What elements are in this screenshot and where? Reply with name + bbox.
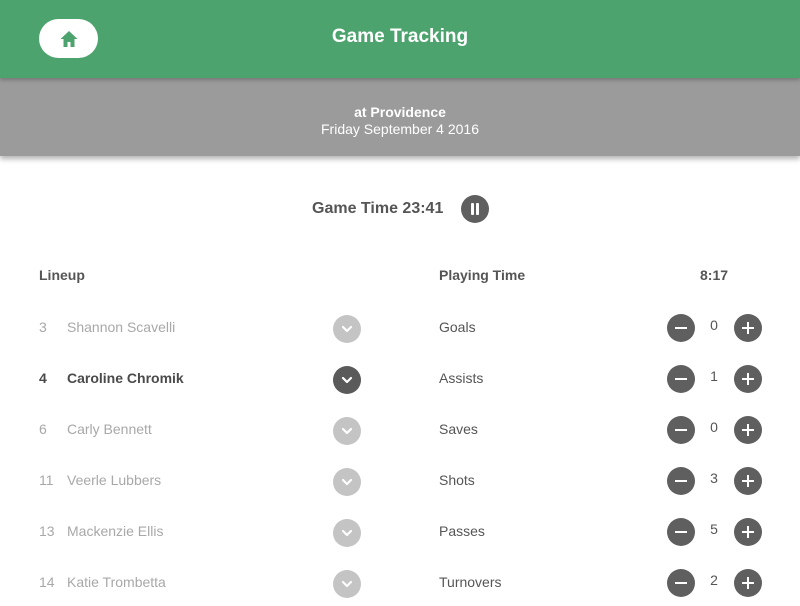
lineup-row[interactable]: 6 Carly Bennett bbox=[0, 402, 400, 453]
game-date: Friday September 4 2016 bbox=[321, 121, 479, 137]
player-number: 13 bbox=[39, 523, 55, 539]
stat-count: 0 bbox=[710, 419, 718, 435]
increment-button[interactable] bbox=[734, 314, 762, 342]
stat-label: Saves bbox=[439, 421, 478, 437]
player-number: 14 bbox=[39, 574, 55, 590]
player-name[interactable]: Carly Bennett bbox=[67, 421, 152, 437]
stat-label: Goals bbox=[439, 319, 476, 335]
pause-button[interactable] bbox=[461, 195, 489, 223]
playing-time-heading: Playing Time bbox=[439, 267, 526, 283]
player-name[interactable]: Mackenzie Ellis bbox=[67, 523, 163, 539]
decrement-button[interactable] bbox=[667, 467, 695, 495]
chevron-down-icon bbox=[340, 526, 354, 540]
stat-count: 2 bbox=[710, 572, 718, 588]
increment-button[interactable] bbox=[734, 569, 762, 597]
minus-icon bbox=[675, 582, 687, 584]
stat-row-shots: Shots 3 bbox=[400, 453, 800, 504]
player-name[interactable]: Caroline Chromik bbox=[67, 370, 184, 386]
minus-icon bbox=[675, 378, 687, 380]
lineup-row[interactable]: 14 Katie Trombetta bbox=[0, 555, 400, 606]
minus-icon bbox=[675, 480, 687, 482]
increment-button[interactable] bbox=[734, 518, 762, 546]
lineup-row[interactable]: 13 Mackenzie Ellis bbox=[0, 504, 400, 555]
expand-player-button[interactable] bbox=[333, 468, 361, 496]
lineup-row-selected[interactable]: 4 Caroline Chromik bbox=[0, 351, 400, 402]
playing-time-value: 8:17 bbox=[700, 267, 729, 283]
player-name[interactable]: Katie Trombetta bbox=[67, 574, 166, 590]
decrement-button[interactable] bbox=[667, 518, 695, 546]
chevron-down-icon bbox=[340, 577, 354, 591]
minus-icon bbox=[675, 531, 687, 533]
stat-label: Turnovers bbox=[439, 574, 502, 590]
decrement-button[interactable] bbox=[667, 416, 695, 444]
lineup-row[interactable]: 3 Shannon Scavelli bbox=[0, 300, 400, 351]
stat-row-goals: Goals 0 bbox=[400, 300, 800, 351]
page-title: Game Tracking bbox=[331, 26, 469, 47]
decrement-button[interactable] bbox=[667, 569, 695, 597]
increment-button[interactable] bbox=[734, 416, 762, 444]
player-number: 6 bbox=[39, 421, 47, 437]
stat-label: Shots bbox=[439, 472, 475, 488]
expand-player-button[interactable] bbox=[333, 366, 361, 394]
game-time: Game Time 23:41 bbox=[312, 200, 444, 217]
game-info-bar: at Providence Friday September 4 2016 bbox=[0, 78, 800, 156]
stat-row-assists: Assists 1 bbox=[400, 351, 800, 402]
expand-player-button[interactable] bbox=[333, 570, 361, 598]
stat-count: 5 bbox=[710, 521, 718, 537]
expand-player-button[interactable] bbox=[333, 315, 361, 343]
decrement-button[interactable] bbox=[667, 314, 695, 342]
minus-icon bbox=[675, 429, 687, 431]
player-number: 3 bbox=[39, 319, 47, 335]
player-number: 4 bbox=[39, 370, 47, 386]
stat-count: 0 bbox=[710, 317, 718, 333]
expand-player-button[interactable] bbox=[333, 519, 361, 547]
chevron-down-icon bbox=[340, 373, 354, 387]
stat-row-saves: Saves 0 bbox=[400, 402, 800, 453]
expand-player-button[interactable] bbox=[333, 417, 361, 445]
chevron-down-icon bbox=[340, 424, 354, 438]
app-header: Game Tracking bbox=[0, 0, 800, 78]
increment-button[interactable] bbox=[734, 467, 762, 495]
player-name[interactable]: Shannon Scavelli bbox=[67, 319, 175, 335]
chevron-down-icon bbox=[340, 475, 354, 489]
player-name[interactable]: Veerle Lubbers bbox=[67, 472, 161, 488]
chevron-down-icon bbox=[340, 322, 354, 336]
decrement-button[interactable] bbox=[667, 365, 695, 393]
stat-label: Assists bbox=[439, 370, 484, 386]
stat-row-turnovers: Turnovers 2 bbox=[400, 555, 800, 606]
player-number: 11 bbox=[39, 472, 54, 488]
stat-label: Passes bbox=[439, 523, 485, 539]
stat-count: 1 bbox=[710, 368, 718, 384]
stat-count: 3 bbox=[710, 470, 718, 486]
opponent-label: at Providence bbox=[354, 104, 446, 120]
stat-row-passes: Passes 5 bbox=[400, 504, 800, 555]
increment-button[interactable] bbox=[734, 365, 762, 393]
minus-icon bbox=[675, 327, 687, 329]
lineup-heading: Lineup bbox=[39, 267, 85, 283]
lineup-row[interactable]: 11 Veerle Lubbers bbox=[0, 453, 400, 504]
